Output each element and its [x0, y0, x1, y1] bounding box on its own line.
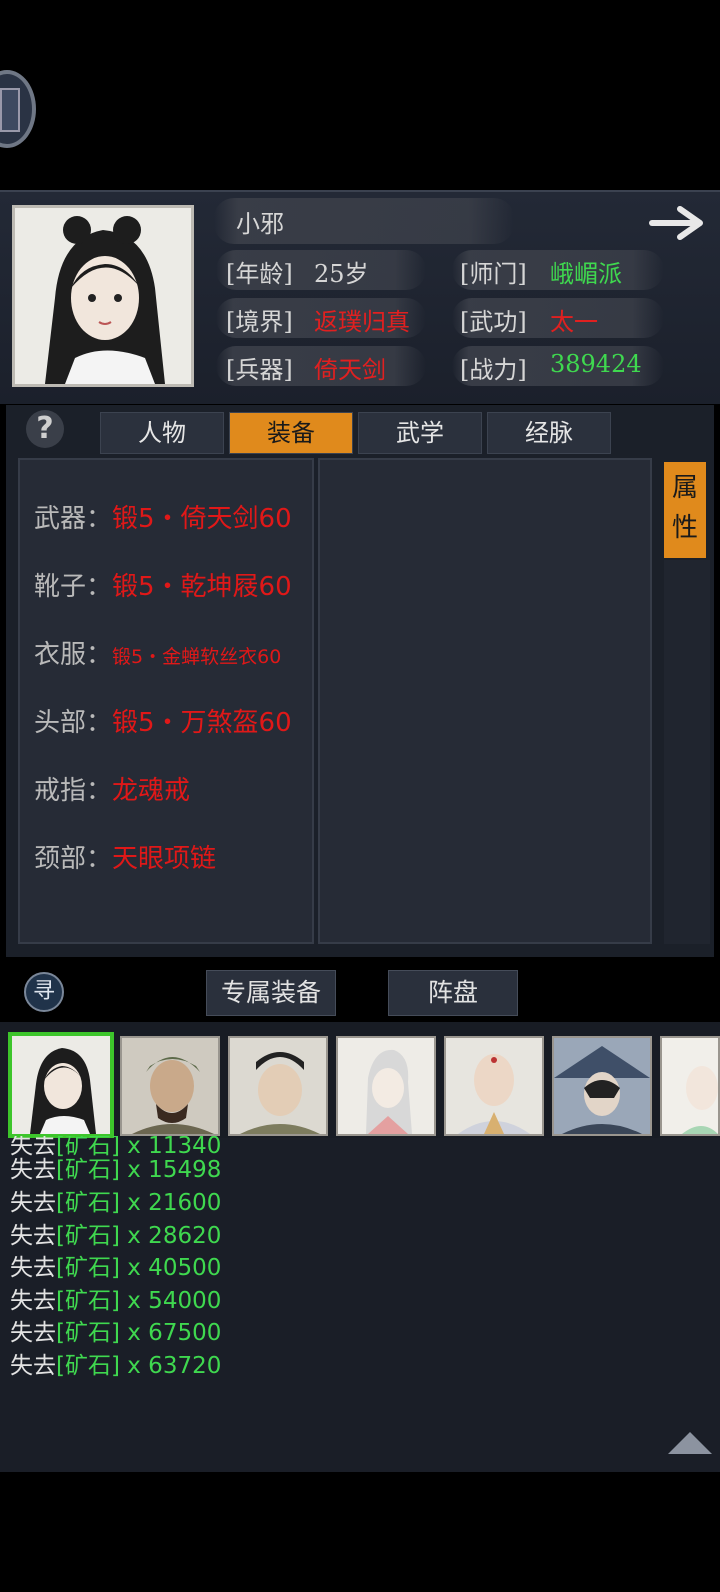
realm-value: 返璞归真: [314, 308, 410, 336]
log-line: 失去[矿石] x 67500: [10, 1313, 221, 1347]
tab-equipment[interactable]: 装备: [229, 412, 353, 454]
power-label: [战力]: [460, 356, 527, 384]
search-icon[interactable]: 寻: [24, 972, 64, 1012]
formation-button[interactable]: 阵盘: [388, 970, 518, 1016]
log-line-item: [矿石]: [56, 1223, 120, 1249]
equip-slot-label: 颈部：: [34, 844, 113, 874]
equip-slot-clothes[interactable]: 衣服：锻5・金蝉软丝衣60: [34, 634, 281, 671]
equip-slot-value: 锻5・金蝉软丝衣60: [112, 646, 282, 668]
log-line-qty: x 63720: [119, 1353, 222, 1379]
equip-slot-value: 天眼项链: [112, 844, 217, 874]
scroll-up-icon[interactable]: [668, 1432, 712, 1454]
character-name: 小邪: [236, 210, 284, 238]
character-slot-selected[interactable]: [8, 1032, 114, 1138]
log-line-prefix: 失去: [10, 1223, 56, 1249]
character-slot[interactable]: [552, 1036, 652, 1136]
scroll-icon: [0, 88, 20, 132]
attributes-tab-line1: 属: [671, 473, 698, 503]
log-line: 失去[矿石] x 63720: [10, 1346, 221, 1380]
weapon-label: [兵器]: [226, 356, 293, 384]
side-rail: [664, 560, 710, 944]
character-portrait: [662, 1038, 718, 1134]
equip-slot-value: 锻5・倚天剑60: [112, 504, 292, 534]
log-line-item: [矿石]: [56, 1157, 120, 1183]
character-slot[interactable]: [660, 1036, 720, 1136]
equip-slot-ring[interactable]: 戒指：龙魂戒: [34, 770, 190, 807]
attributes-tab-line2: 性: [671, 513, 698, 543]
equip-slot-label: 头部：: [34, 708, 113, 738]
tab-character[interactable]: 人物: [100, 412, 224, 454]
avatar: [12, 205, 194, 387]
equip-slot-label: 衣服：: [34, 640, 113, 670]
log-line-qty: x 54000: [119, 1288, 222, 1314]
log-line-prefix: 失去: [10, 1255, 56, 1281]
character-slot[interactable]: [336, 1036, 436, 1136]
sect-label: [师门]: [460, 260, 527, 288]
age-value: 25岁: [314, 260, 369, 288]
equip-slot-label: 武器：: [34, 504, 113, 534]
log-line: 失去[矿石] x 54000: [10, 1281, 221, 1315]
portrait-image: [15, 208, 191, 384]
equip-slot-boots[interactable]: 靴子：锻5・乾坤屐60: [34, 566, 292, 603]
tab-meridians[interactable]: 经脉: [487, 412, 611, 454]
skill-value: 太一: [550, 308, 598, 336]
log-line-item: [矿石]: [56, 1190, 120, 1216]
log-line-prefix: 失去: [10, 1190, 56, 1216]
character-portrait: [122, 1038, 218, 1134]
character-slot[interactable]: [444, 1036, 544, 1136]
log-line: 失去[矿石] x 28620: [10, 1216, 221, 1250]
character-portrait: [338, 1038, 434, 1134]
log-line: 失去[矿石] x 40500: [10, 1248, 221, 1282]
log-line-prefix: 失去: [10, 1320, 56, 1346]
character-slot[interactable]: [120, 1036, 220, 1136]
equip-slot-label: 靴子：: [34, 572, 113, 602]
log-line: 失去[矿石] x 15498: [10, 1150, 221, 1184]
character-portrait: [230, 1038, 326, 1134]
help-icon[interactable]: ?: [26, 410, 64, 448]
character-portrait: [446, 1038, 542, 1134]
log-line-qty: x 28620: [119, 1223, 222, 1249]
log-line-item: [矿石]: [56, 1288, 120, 1314]
character-portrait: [554, 1038, 650, 1134]
log-line-item: [矿石]: [56, 1353, 120, 1379]
equip-slot-value: 龙魂戒: [112, 776, 191, 806]
back-button[interactable]: [0, 70, 36, 148]
character-slot[interactable]: [228, 1036, 328, 1136]
log-line-qty: x 15498: [119, 1157, 222, 1183]
log-line-item: [矿石]: [56, 1320, 120, 1346]
skill-label: [武功]: [460, 308, 527, 336]
weapon-value: 倚天剑: [314, 356, 386, 384]
log-line: 失去[矿石] x 21600: [10, 1183, 221, 1217]
realm-label: [境界]: [226, 308, 293, 336]
equip-slot-weapon[interactable]: 武器：锻5・倚天剑60: [34, 498, 292, 535]
log-line-item: [矿石]: [56, 1255, 120, 1281]
equip-slot-label: 戒指：: [34, 776, 113, 806]
log-line-prefix: 失去: [10, 1157, 56, 1183]
tab-martial-arts[interactable]: 武学: [358, 412, 482, 454]
equip-slot-neck[interactable]: 颈部：天眼项链: [34, 838, 216, 875]
log-line-prefix: 失去: [10, 1353, 56, 1379]
log-line-qty: x 21600: [119, 1190, 222, 1216]
log-line-prefix: 失去: [10, 1288, 56, 1314]
equip-slot-head[interactable]: 头部：锻5・万煞盔60: [34, 702, 292, 739]
equipment-detail-panel: [318, 458, 652, 944]
character-portrait: [12, 1036, 110, 1134]
next-arrow-icon[interactable]: [648, 205, 710, 241]
sect-value: 峨嵋派: [550, 260, 622, 288]
age-label: [年龄]: [226, 260, 293, 288]
exclusive-equipment-button[interactable]: 专属装备: [206, 970, 336, 1016]
log-line-qty: x 40500: [119, 1255, 222, 1281]
power-value: 389424: [550, 350, 642, 378]
attributes-tab[interactable]: 属 性: [664, 462, 706, 558]
log-line-qty: x 67500: [119, 1320, 222, 1346]
equip-slot-value: 锻5・乾坤屐60: [112, 572, 292, 602]
equip-slot-value: 锻5・万煞盔60: [112, 708, 292, 738]
